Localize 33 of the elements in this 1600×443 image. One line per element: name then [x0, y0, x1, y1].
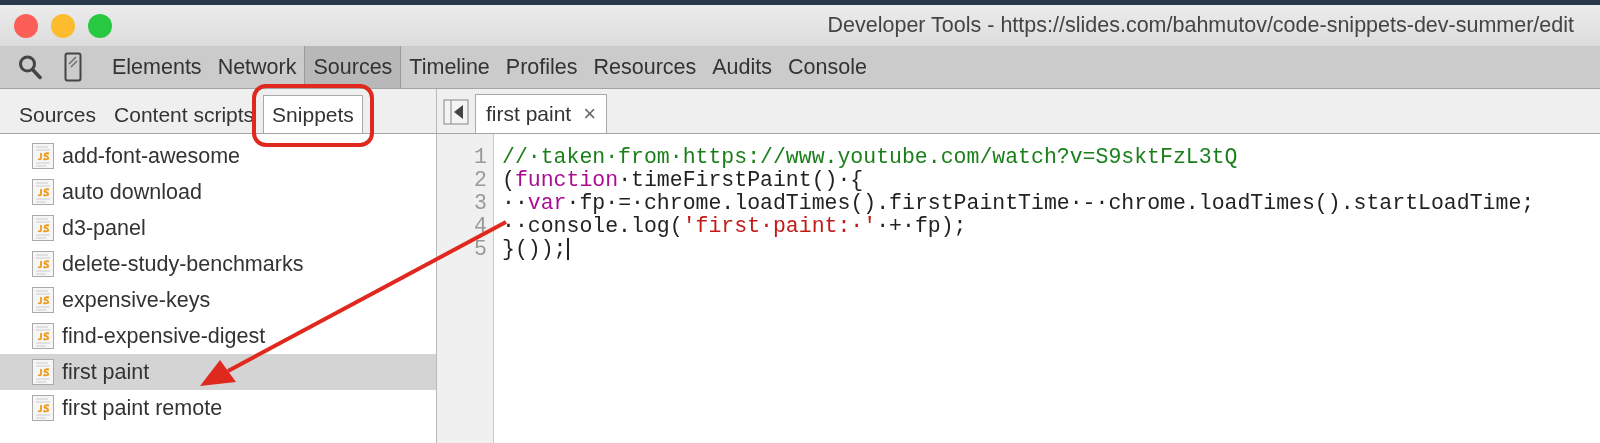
code-line: }()); — [502, 238, 570, 261]
panel-tab[interactable]: Profiles — [497, 46, 586, 88]
window-title: Developer Tools - https://slides.com/bahmutov/code-snippets-dev-summer/edit — [827, 13, 1575, 38]
line-number: 1 — [473, 146, 487, 169]
snippet-item[interactable]: first paint remote — [0, 390, 436, 426]
snippet-item[interactable]: add-font-awesome — [0, 138, 436, 174]
line-number: 3 — [473, 192, 487, 215]
line-number: 4 — [473, 215, 487, 238]
close-tab-button[interactable]: × — [583, 101, 597, 127]
snippet-item[interactable]: first paint — [0, 354, 436, 390]
snippet-item[interactable]: auto download — [0, 174, 436, 210]
panel-tab[interactable]: Audits — [704, 46, 781, 88]
snippet-item[interactable]: d3-panel — [0, 210, 436, 246]
snippet-item[interactable]: delete-study-benchmarks — [0, 246, 436, 282]
editor-tab[interactable]: first paint × — [475, 94, 608, 133]
panel-tab[interactable]: Network — [209, 46, 305, 88]
line-number: 2 — [473, 169, 487, 192]
code-line: (function·timeFirstPaint()·{ — [502, 169, 865, 192]
panel-tab[interactable]: Elements — [104, 46, 210, 88]
navigator-tab[interactable]: Snippets — [263, 95, 363, 133]
navigator-tab[interactable]: Content scripts — [105, 95, 264, 133]
code-line: //·taken·from·https://www.youtube.com/watch?v=S9sktFzL3tQ — [502, 146, 1239, 169]
panel-tab[interactable]: Sources — [304, 46, 402, 88]
editor-tab-label: first paint — [486, 102, 572, 126]
panel-tab[interactable]: Timeline — [401, 46, 498, 88]
code-line: ··var·fp·=·chrome.loadTimes().firstPaintTime·-·chrome.loadTimes().startLoadTime; — [502, 192, 1535, 215]
panel-tab[interactable]: Resources — [585, 46, 705, 88]
navigator-tab[interactable]: Sources — [10, 95, 106, 133]
snippet-item[interactable]: expensive-keys — [0, 282, 436, 318]
snippet-item[interactable]: find-expensive-digest — [0, 318, 436, 354]
panel-tab[interactable]: Console — [780, 46, 875, 88]
code-line: ··console.log('first·paint:·'·+·fp); — [502, 215, 968, 238]
line-number: 5 — [473, 238, 487, 261]
